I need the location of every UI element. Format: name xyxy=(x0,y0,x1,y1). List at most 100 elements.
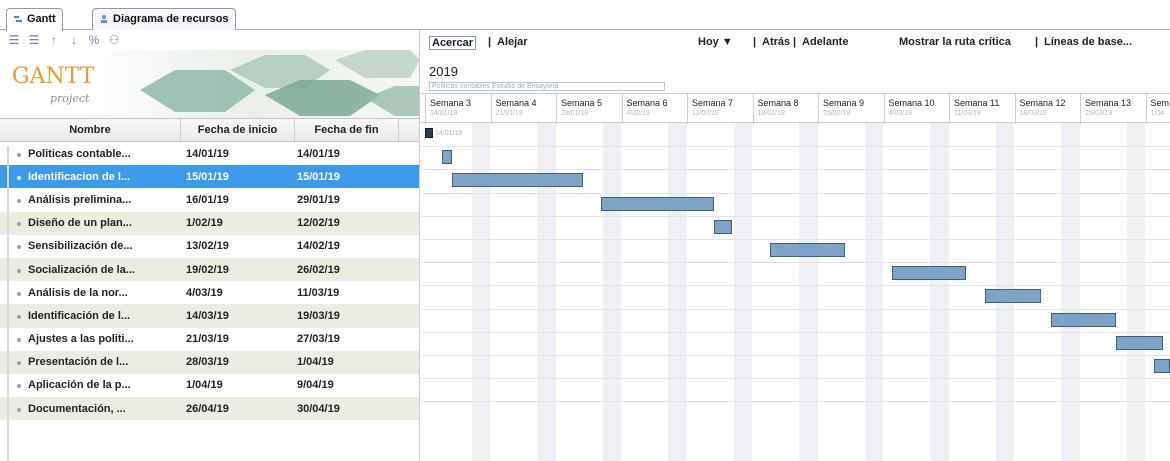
task-end-date[interactable]: 26/02/19 xyxy=(295,264,399,276)
column-header-start[interactable]: Fecha de inicio xyxy=(181,119,295,141)
task-bar[interactable] xyxy=(985,289,1042,304)
move-down-icon[interactable]: ↓ xyxy=(68,33,80,47)
task-bar[interactable] xyxy=(769,243,845,257)
week-header: Semana 3 14/01/19 Semana 4 21/01/19 Semana 5… xyxy=(421,93,1170,124)
task-end-date[interactable]: 29/01/19 xyxy=(295,194,399,206)
week-date: 11/02/19 xyxy=(692,110,719,117)
task-toolbar: ☰ ☰ ↑ ↓ % ⚇ xyxy=(0,30,419,50)
critical-path-button[interactable]: Mostrar la ruta crítica xyxy=(899,36,1011,48)
indent-icon[interactable]: ☰ xyxy=(8,33,20,47)
baselines-button[interactable]: Líneas de base... xyxy=(1044,36,1132,48)
task-row[interactable]: Presentación de l... 28/03/19 1/04/19 xyxy=(0,350,419,374)
back-button[interactable]: Atrás xyxy=(762,36,790,48)
task-name[interactable]: Análisis de la nor... xyxy=(0,287,181,299)
task-end-date[interactable]: 30/04/19 xyxy=(295,403,399,415)
task-row[interactable]: Politicas contable... 14/01/19 14/01/19 xyxy=(0,142,419,165)
row-gridline xyxy=(421,146,1170,148)
forward-button[interactable]: Adelante xyxy=(802,36,848,48)
task-bar[interactable] xyxy=(451,173,583,188)
task-start-date[interactable]: 16/01/19 xyxy=(181,194,295,206)
task-bar[interactable] xyxy=(601,196,714,211)
tab-resources[interactable]: Diagrama de recursos xyxy=(92,8,236,30)
task-bar[interactable] xyxy=(1153,359,1170,373)
week-column-header: Sem 1/04 xyxy=(1145,94,1170,124)
task-name[interactable]: Documentación, ... xyxy=(0,403,181,415)
task-name[interactable]: Análisis prelimina... xyxy=(0,194,181,206)
weekend-band xyxy=(733,123,753,461)
task-start-date[interactable]: 13/02/19 xyxy=(181,240,295,252)
task-bar[interactable] xyxy=(1050,312,1117,327)
task-row[interactable]: Diseño de un plan... 1/02/19 12/02/19 xyxy=(0,211,419,235)
week-column-header: Semana 3 14/01/19 xyxy=(425,94,491,124)
task-bar[interactable] xyxy=(713,219,733,234)
column-header-name[interactable]: Nombre xyxy=(0,119,181,141)
task-row[interactable]: Socialización de la... 19/02/19 26/02/19 xyxy=(0,257,419,282)
tab-gantt[interactable]: Gantt xyxy=(6,8,63,31)
zoom-out-button[interactable]: Alejar xyxy=(497,36,528,48)
task-start-date[interactable]: 14/01/19 xyxy=(181,148,295,160)
column-header-end[interactable]: Fecha de fin xyxy=(295,119,399,141)
task-row[interactable]: Identificacion de l... 15/01/19 15/01/19 xyxy=(0,165,419,189)
task-start-date[interactable]: 1/04/19 xyxy=(181,379,295,391)
weekend-band xyxy=(668,123,687,461)
outdent-icon[interactable]: ☰ xyxy=(28,33,40,47)
zoom-in-button[interactable]: Acercar xyxy=(429,36,476,50)
task-start-date[interactable]: 26/04/19 xyxy=(181,403,295,415)
row-gridline xyxy=(421,215,1170,217)
unlink-icon[interactable]: ⚇ xyxy=(108,33,120,47)
task-row[interactable]: Documentación, ... 26/04/19 30/04/19 xyxy=(0,397,419,421)
task-bar[interactable] xyxy=(442,150,453,165)
week-column-header: Semana 9 25/02/19 xyxy=(818,94,884,124)
week-column-header: Semana 6 4/02/19 xyxy=(621,94,688,124)
task-start-date[interactable]: 19/02/19 xyxy=(181,264,295,276)
week-date: 25/02/19 xyxy=(823,110,851,117)
task-end-date[interactable]: 15/01/19 xyxy=(295,171,399,183)
task-name[interactable]: Sensibilización de... xyxy=(0,240,181,252)
row-gridline xyxy=(421,355,1170,356)
milestone-marker[interactable] xyxy=(425,128,433,138)
task-start-date[interactable]: 15/01/19 xyxy=(181,171,295,183)
week-label: Semana 12 xyxy=(1019,98,1066,108)
task-name[interactable]: Ajustes a las politi... xyxy=(0,333,181,345)
task-start-date[interactable]: 21/03/19 xyxy=(181,333,295,345)
task-name[interactable]: Presentación de l... xyxy=(0,356,181,368)
task-name[interactable]: Diseño de un plan... xyxy=(0,217,181,229)
resources-icon xyxy=(101,15,107,23)
task-end-date[interactable]: 9/04/19 xyxy=(295,379,399,391)
task-row[interactable]: Sensibilización de... 13/02/19 14/02/19 xyxy=(0,235,419,258)
task-end-date[interactable]: 27/03/19 xyxy=(295,333,399,345)
link-icon[interactable]: % xyxy=(88,33,100,47)
week-label: Semana 4 xyxy=(495,98,537,108)
task-name[interactable]: Socialización de la... xyxy=(0,264,181,276)
task-end-date[interactable]: 19/03/19 xyxy=(295,310,399,322)
task-name[interactable]: Identificación de l... xyxy=(0,310,181,322)
task-end-date[interactable]: 1/04/19 xyxy=(295,356,399,368)
weekend-band xyxy=(1061,123,1080,461)
task-start-date[interactable]: 28/03/19 xyxy=(181,356,295,368)
task-end-date[interactable]: 11/03/19 xyxy=(295,287,399,299)
task-bar[interactable] xyxy=(1116,335,1163,350)
week-column-header: Semana 10 4/03/19 xyxy=(883,94,950,124)
task-row[interactable]: Análisis prelimina... 16/01/19 29/01/19 xyxy=(0,188,419,211)
row-gridline xyxy=(421,192,1170,194)
task-row[interactable]: Análisis de la nor... 4/03/19 11/03/19 xyxy=(0,281,419,304)
gantt-chart-area[interactable]: 14/01/19 xyxy=(421,123,1170,461)
task-end-date[interactable]: 12/02/19 xyxy=(295,217,399,229)
task-bar[interactable] xyxy=(891,266,967,281)
task-start-date[interactable]: 1/02/19 xyxy=(181,217,295,229)
week-label: Semana 8 xyxy=(757,98,799,108)
task-row[interactable]: Ajustes a las politi... 21/03/19 27/03/19 xyxy=(0,328,419,351)
week-date: 18/02/19 xyxy=(757,110,785,117)
task-name[interactable]: Identificacion de l... xyxy=(0,171,181,183)
task-name[interactable]: Politicas contable... xyxy=(0,148,181,160)
task-name[interactable]: Aplicación de la p... xyxy=(0,379,181,391)
task-end-date[interactable]: 14/02/19 xyxy=(295,240,399,252)
task-row[interactable]: Identificación de l... 14/03/19 19/03/19 xyxy=(0,304,419,328)
today-dropdown[interactable]: Hoy ▼ xyxy=(698,36,733,48)
move-up-icon[interactable]: ↑ xyxy=(48,33,60,47)
task-start-date[interactable]: 4/03/19 xyxy=(181,287,295,299)
task-row[interactable]: Aplicación de la p... 1/04/19 9/04/19 xyxy=(0,374,419,397)
task-start-date[interactable]: 14/03/19 xyxy=(181,310,295,322)
week-label: Semana 9 xyxy=(823,98,865,108)
task-end-date[interactable]: 14/01/19 xyxy=(295,148,399,160)
